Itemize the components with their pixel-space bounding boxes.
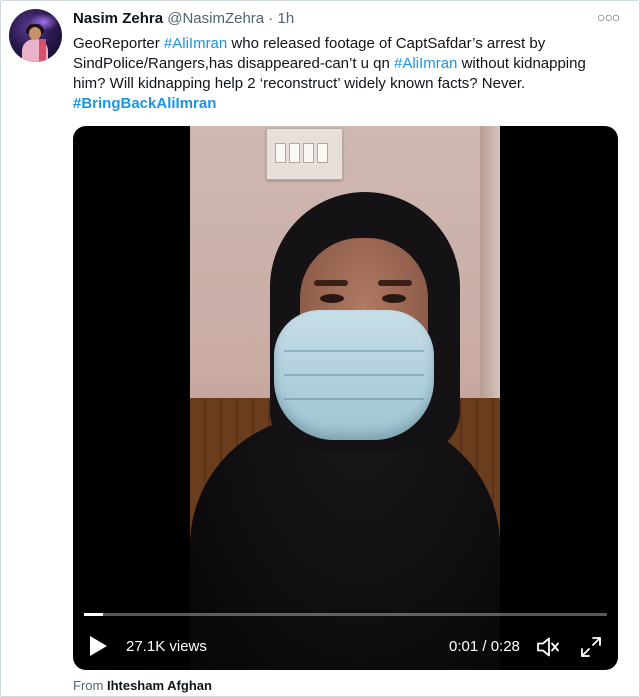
- tweet-text-part: GeoReporter: [73, 35, 164, 52]
- tweet-timestamp[interactable]: 1h: [277, 10, 294, 27]
- expand-icon[interactable]: [579, 635, 603, 659]
- attribution-name[interactable]: Ihtesham Afghan: [107, 678, 212, 693]
- hashtag-link[interactable]: #AliImran: [394, 55, 457, 72]
- author-handle[interactable]: @NasimZehra: [167, 10, 264, 27]
- video-progress-bar[interactable]: [84, 613, 607, 616]
- video-attribution: From Ihtesham Afghan: [73, 678, 212, 694]
- avatar[interactable]: [9, 9, 62, 62]
- face-mask: [274, 310, 434, 440]
- more-options-icon[interactable]: ○○○: [597, 9, 620, 25]
- volume-muted-icon[interactable]: [536, 636, 560, 658]
- attribution-label: From: [73, 678, 104, 693]
- tweet-text: GeoReporter #AliImran who released foota…: [73, 34, 618, 114]
- header-separator: ·: [268, 10, 274, 27]
- hashtag-link[interactable]: #BringBackAliImran: [73, 95, 216, 112]
- video-time: 0:01 / 0:28: [449, 638, 520, 655]
- tweet-header: Nasim Zehra @NasimZehra · 1h: [73, 9, 294, 29]
- hashtag-link[interactable]: #AliImran: [164, 35, 227, 52]
- video-player[interactable]: 27.1K views 0:01 / 0:28: [73, 126, 618, 670]
- view-count: 27.1K views: [126, 638, 207, 655]
- video-progress-fill: [84, 613, 103, 616]
- author-name[interactable]: Nasim Zehra: [73, 10, 163, 27]
- video-frame[interactable]: [190, 126, 500, 670]
- wall-switchboard: [266, 128, 343, 180]
- play-icon[interactable]: [90, 636, 107, 656]
